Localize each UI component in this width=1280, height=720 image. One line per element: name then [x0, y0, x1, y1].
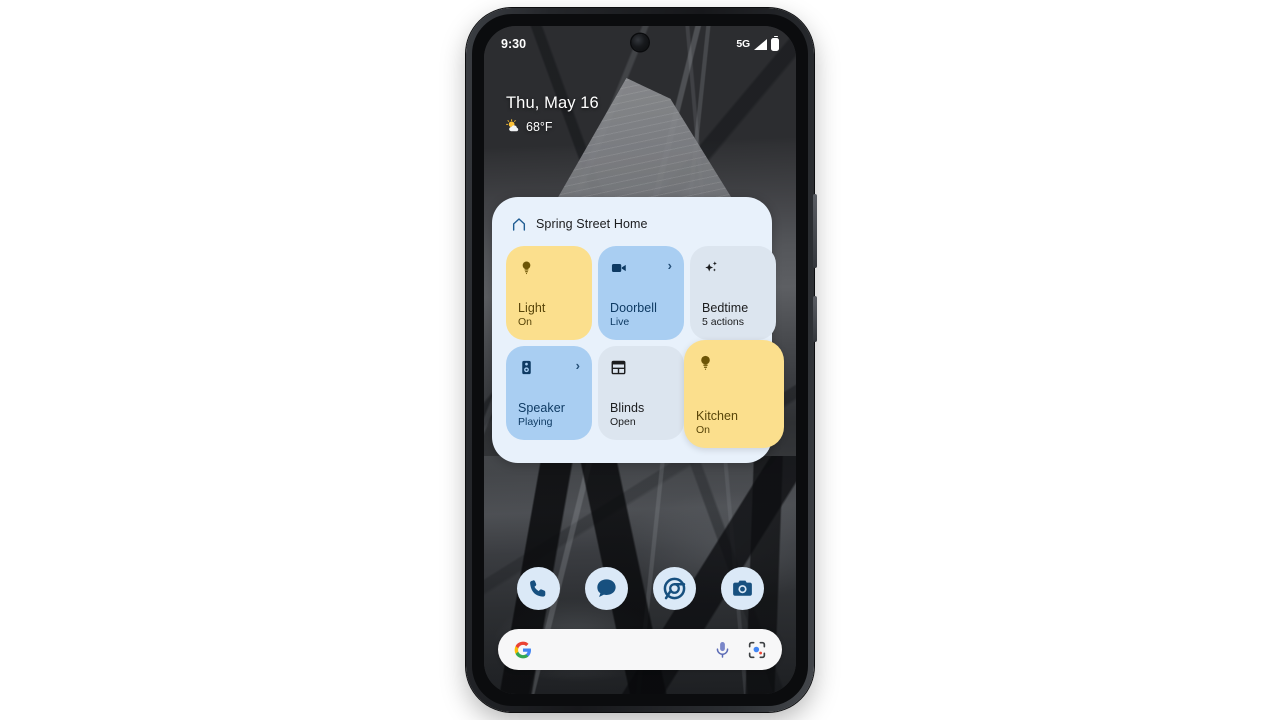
dock-item-camera[interactable] [720, 567, 764, 610]
controls-tile-grid: Light On › Doorbell Live Bedtime 5 actio… [506, 246, 784, 448]
light-bulb-icon [701, 355, 710, 370]
home-controls-widget[interactable]: Spring Street Home Light On › Doorbell L… [492, 197, 784, 463]
tile-light-label: Light [518, 301, 546, 316]
microphone-icon[interactable] [713, 640, 732, 659]
google-lens-icon[interactable] [747, 640, 767, 660]
tile-doorbell-status: Live [610, 316, 630, 329]
app-dock [484, 567, 796, 610]
tile-speaker-label: Speaker [518, 401, 565, 416]
tile-bedtime-text: Bedtime 5 actions [702, 301, 764, 329]
google-g-logo [514, 641, 531, 658]
tile-doorbell[interactable]: › Doorbell Live [598, 246, 684, 340]
blinds-window-icon [611, 360, 626, 375]
speaker-icon [522, 360, 531, 375]
light-bulb-icon [522, 261, 531, 275]
phone-device-frame: 9:30 5G Thu, May 16 68°F Spring Street H… [466, 8, 817, 712]
glance-date: Thu, May 16 [506, 94, 599, 112]
tile-bedtime[interactable]: Bedtime 5 actions [690, 246, 776, 340]
tile-speaker-status: Playing [518, 416, 553, 429]
widget-header[interactable]: Spring Street Home [492, 197, 772, 232]
chevron-right-icon[interactable]: › [576, 359, 580, 372]
tile-blinds-label: Blinds [610, 401, 645, 416]
partly-sunny-icon [506, 119, 519, 132]
tile-speaker-text: Speaker Playing [518, 401, 580, 429]
phone-handset-icon [530, 579, 546, 597]
search-actions [713, 640, 767, 660]
chevron-right-icon[interactable]: › [668, 259, 672, 272]
camera-icon [732, 580, 752, 596]
power-button[interactable] [813, 296, 817, 342]
tile-bedtime-status: 5 actions [702, 316, 745, 329]
battery-full-icon [771, 35, 779, 51]
tile-light-text: Light On [518, 301, 580, 329]
dock-item-chrome[interactable] [652, 567, 696, 610]
google-search-bar[interactable] [498, 629, 782, 670]
glance-weather: 68°F [506, 119, 599, 134]
tile-light[interactable]: Light On [506, 246, 592, 340]
tile-kitchen[interactable]: Kitchen On [684, 340, 784, 448]
tile-kitchen-text: Kitchen On [696, 409, 772, 437]
tile-blinds-status: Open [610, 416, 636, 429]
tile-speaker-top: › [518, 359, 580, 376]
home-house-icon [512, 218, 526, 231]
volume-button[interactable] [813, 194, 817, 268]
video-camera-icon [611, 263, 626, 273]
tile-blinds-text: Blinds Open [610, 401, 672, 429]
signal-bars-icon [754, 38, 767, 50]
screenshot-stage: 9:30 5G Thu, May 16 68°F Spring Street H… [0, 0, 1280, 720]
network-type-label: 5G [736, 38, 750, 50]
tile-speaker[interactable]: › Speaker Playing [506, 346, 592, 440]
tile-kitchen-top [696, 353, 772, 372]
chrome-browser-icon [663, 577, 685, 600]
tile-light-top [518, 259, 580, 276]
dock-item-phone[interactable] [516, 567, 560, 610]
dock-item-messages[interactable] [584, 567, 628, 610]
tile-doorbell-text: Doorbell Live [610, 301, 672, 329]
message-bubble-icon [596, 579, 616, 598]
phone-screen: 9:30 5G Thu, May 16 68°F Spring Street H… [484, 26, 796, 694]
tile-blinds[interactable]: Blinds Open [598, 346, 684, 440]
tile-blinds-top [610, 359, 672, 376]
widget-title: Spring Street Home [536, 217, 648, 231]
tile-bedtime-top [702, 259, 764, 277]
sparkle-stars-icon [705, 261, 717, 272]
tile-kitchen-label: Kitchen [696, 409, 739, 424]
tile-light-status: On [518, 316, 533, 329]
tile-bedtime-label: Bedtime [702, 301, 749, 316]
front-camera-punch-hole [631, 34, 649, 51]
tile-doorbell-top: › [610, 259, 672, 277]
tile-kitchen-status: On [696, 424, 711, 437]
status-bar-indicators: 5G [736, 35, 779, 51]
status-bar-clock: 9:30 [501, 37, 527, 51]
glance-temperature: 68°F [526, 119, 553, 134]
at-a-glance-widget[interactable]: Thu, May 16 68°F [506, 94, 599, 134]
tile-doorbell-label: Doorbell [610, 301, 657, 316]
